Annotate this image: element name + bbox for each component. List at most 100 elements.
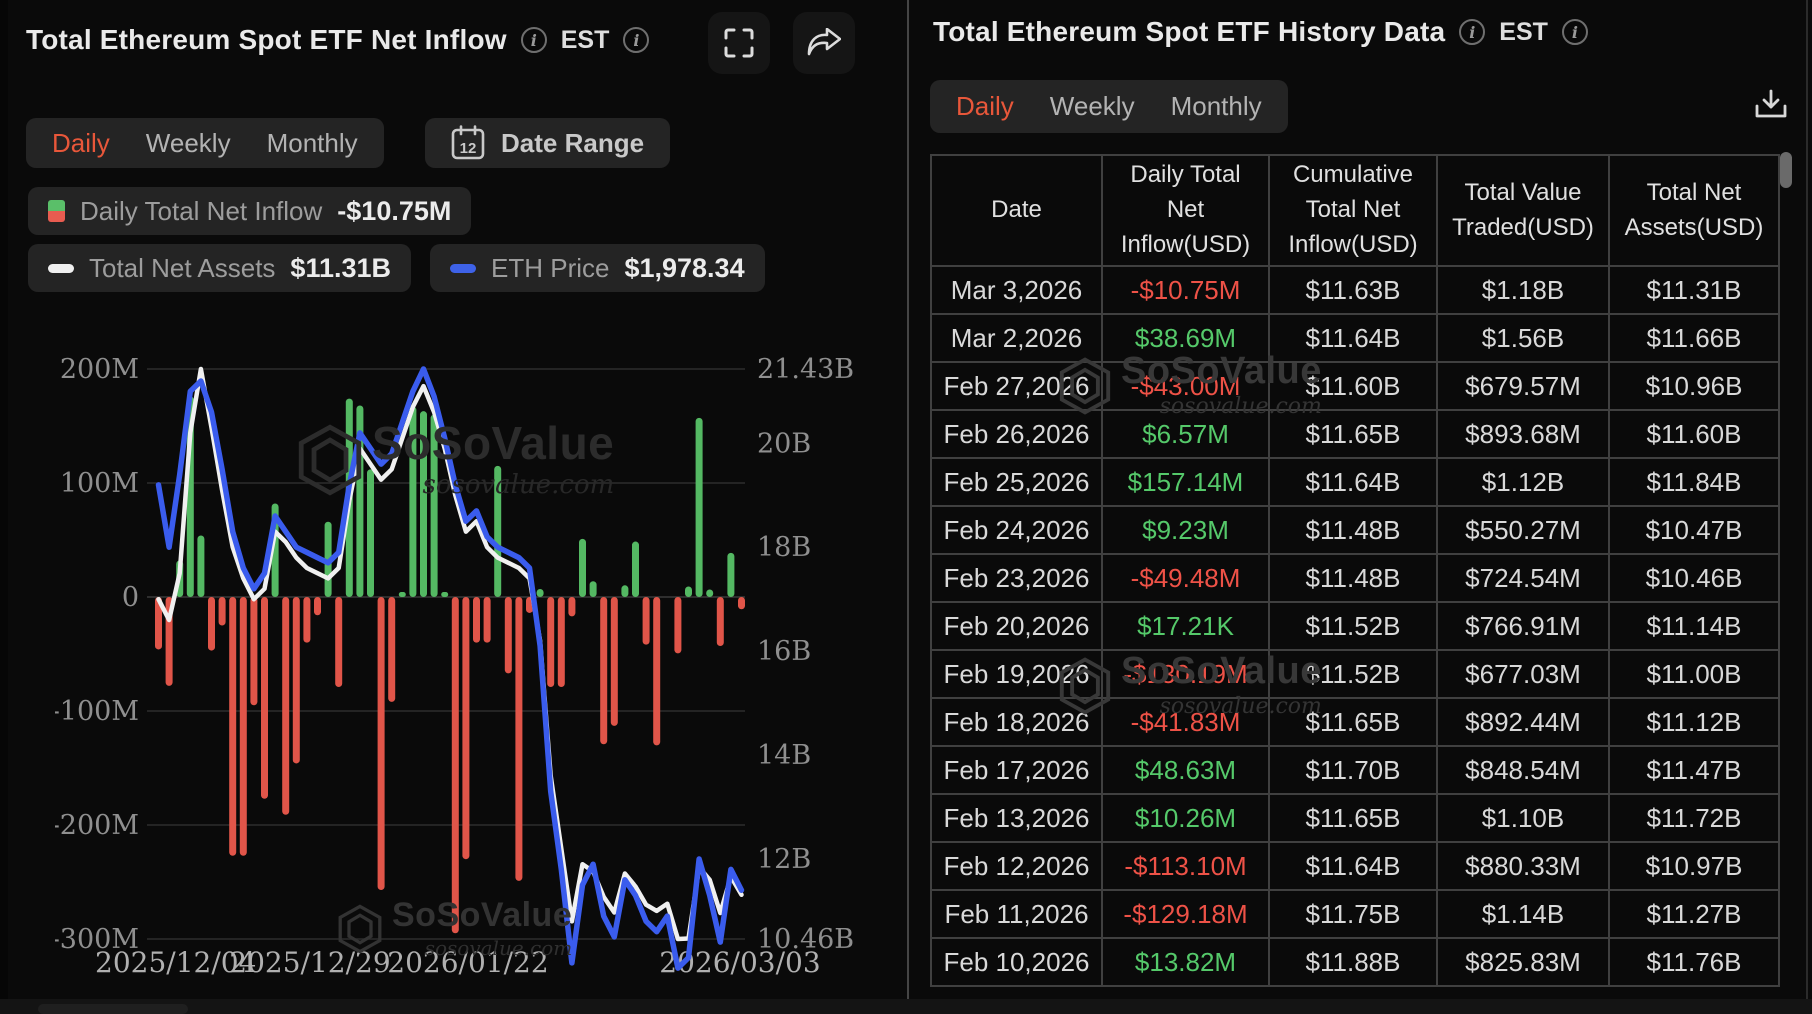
column-header: Date: [932, 156, 1103, 267]
row-date: Feb 25,2026: [932, 459, 1103, 507]
inflow-bar[interactable]: [388, 597, 395, 702]
inflow-bar[interactable]: [335, 597, 342, 687]
inflow-bar[interactable]: [282, 597, 289, 815]
inflow-bar[interactable]: [685, 586, 692, 597]
inflow-bar[interactable]: [473, 597, 480, 643]
inflow-bar[interactable]: [579, 539, 586, 597]
info-icon[interactable]: [521, 27, 547, 53]
tab-monthly[interactable]: Monthly: [267, 128, 358, 159]
inflow-bar[interactable]: [600, 597, 607, 744]
inflow-bar[interactable]: [632, 542, 639, 597]
row-value: $1.12B: [1438, 459, 1610, 507]
download-icon: [1753, 88, 1789, 124]
tab-monthly[interactable]: Monthly: [1171, 91, 1262, 122]
row-value: $766.91M: [1438, 603, 1610, 651]
inflow-bar[interactable]: [706, 590, 713, 597]
row-value: $724.54M: [1438, 555, 1610, 603]
row-value: $6.57M: [1103, 411, 1270, 459]
info-icon[interactable]: [1459, 19, 1485, 45]
etf-dashboard: Total Ethereum Spot ETF Net Inflow EST D…: [0, 0, 1812, 1014]
share-button[interactable]: [793, 12, 855, 74]
row-date: Feb 12,2026: [932, 843, 1103, 891]
inflow-bar[interactable]: [653, 597, 660, 745]
inflow-bar[interactable]: [611, 597, 618, 726]
download-button[interactable]: [1747, 82, 1795, 130]
inflow-bar[interactable]: [696, 418, 703, 597]
inflow-bar[interactable]: [409, 407, 416, 597]
inflow-bar[interactable]: [261, 597, 268, 799]
inflow-bar[interactable]: [452, 597, 459, 933]
row-value: $11.47B: [1610, 747, 1780, 795]
inflow-bar[interactable]: [494, 466, 501, 597]
inflow-bar[interactable]: [367, 469, 374, 597]
date-range-button[interactable]: 12 Date Range: [425, 118, 670, 168]
inflow-bar[interactable]: [208, 597, 215, 651]
inflow-bar[interactable]: [441, 592, 448, 597]
white-line-icon: [48, 264, 74, 273]
legend-daily-net-inflow[interactable]: Daily Total Net Inflow -$10.75M: [28, 187, 471, 235]
inflow-bar[interactable]: [293, 597, 300, 763]
row-value: -$130.19M: [1103, 651, 1270, 699]
inflow-bar[interactable]: [250, 597, 257, 705]
y-axis-label-right: 21.43B: [757, 354, 854, 385]
inflow-bar[interactable]: [484, 597, 491, 643]
row-value: -$113.10M: [1103, 843, 1270, 891]
inflow-bar[interactable]: [431, 415, 438, 597]
inflow-bar[interactable]: [590, 581, 597, 597]
inflow-bar[interactable]: [462, 597, 469, 859]
tab-daily[interactable]: Daily: [52, 128, 110, 159]
inflow-bar[interactable]: [727, 553, 734, 597]
inflow-bar[interactable]: [537, 589, 544, 597]
history-table: DateDaily Total Net Inflow(USD)Cumulativ…: [930, 154, 1780, 987]
row-value: $157.14M: [1103, 459, 1270, 507]
inflow-bar[interactable]: [240, 597, 247, 856]
tab-weekly[interactable]: Weekly: [146, 128, 231, 159]
row-value: $11.72B: [1610, 795, 1780, 843]
legend-total-net-assets[interactable]: Total Net Assets $11.31B: [28, 244, 411, 292]
info-icon[interactable]: [623, 27, 649, 53]
legend-label: Daily Total Net Inflow: [80, 196, 322, 227]
row-value: $9.23M: [1103, 507, 1270, 555]
inflow-bar[interactable]: [197, 535, 204, 597]
fullscreen-icon: [724, 28, 754, 58]
inflow-bar[interactable]: [303, 597, 310, 643]
tab-daily[interactable]: Daily: [956, 91, 1014, 122]
svg-text:12: 12: [460, 140, 477, 157]
table-scrollbar[interactable]: [1780, 152, 1792, 188]
inflow-chart[interactable]: 200M100M0-100M-200M-300M21.43B20B18B16B1…: [55, 350, 865, 1010]
row-value: $38.69M: [1103, 315, 1270, 363]
share-icon: [807, 28, 841, 58]
inflow-bar[interactable]: [219, 597, 226, 626]
inflow-bar[interactable]: [674, 597, 681, 653]
row-value: $10.26M: [1103, 795, 1270, 843]
row-value: $11.64B: [1270, 315, 1438, 363]
legend-value: -$10.75M: [337, 196, 451, 227]
inflow-bar[interactable]: [378, 597, 385, 890]
row-value: -$129.18M: [1103, 891, 1270, 939]
inflow-bar[interactable]: [547, 597, 554, 687]
inflow-bar[interactable]: [558, 597, 565, 687]
tab-weekly[interactable]: Weekly: [1050, 91, 1135, 122]
inflow-bar[interactable]: [314, 597, 321, 615]
inflow-bar[interactable]: [738, 597, 745, 609]
info-icon[interactable]: [1562, 19, 1588, 45]
inflow-bar[interactable]: [621, 585, 628, 597]
inflow-bar[interactable]: [399, 592, 406, 597]
inflow-period-tabs: Daily Weekly Monthly: [26, 118, 384, 168]
row-value: $11.70B: [1270, 747, 1438, 795]
inflow-bar[interactable]: [515, 597, 522, 881]
inflow-bar[interactable]: [229, 597, 236, 856]
inflow-bar[interactable]: [505, 597, 512, 673]
row-value: $11.60B: [1610, 411, 1780, 459]
row-date: Feb 24,2026: [932, 507, 1103, 555]
row-date: Feb 20,2026: [932, 603, 1103, 651]
y-axis-label-right: 12B: [757, 844, 811, 875]
inflow-bar[interactable]: [568, 597, 575, 616]
inflow-bar[interactable]: [420, 411, 427, 597]
row-value: $550.27M: [1438, 507, 1610, 555]
inflow-bar[interactable]: [717, 597, 724, 646]
inflow-bar[interactable]: [643, 597, 650, 645]
fullscreen-button[interactable]: [708, 12, 770, 74]
legend-eth-price[interactable]: ETH Price $1,978.34: [430, 244, 765, 292]
y-axis-label-right: 20B: [757, 428, 811, 459]
